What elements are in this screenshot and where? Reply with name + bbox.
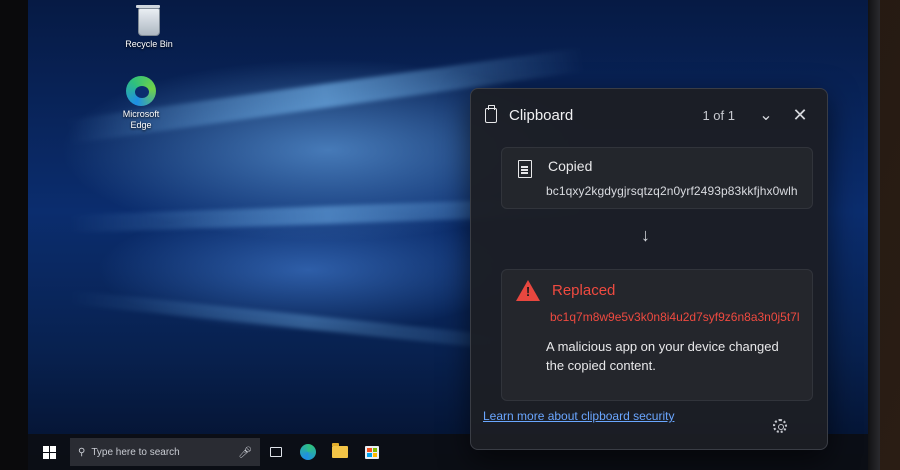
task-view-icon [270,447,282,457]
gear-icon[interactable] [773,419,787,433]
task-view-button[interactable] [260,434,292,470]
desktop-icon-label: Microsoft Edge [122,109,160,130]
store-icon [365,445,379,459]
expand-button[interactable]: ⌄ [753,102,779,128]
replaced-value: bc1q7m8w9e5v3k0n8i4u2d7syf9z6n8a3n0j5t7l [550,310,800,324]
microphone-icon[interactable]: 🎤︎ [238,446,252,459]
close-icon: ✕ [792,104,808,125]
copied-value: bc1qxy2kgdygjrsqtzq2n0yrf2493p83kkfjhx0w… [546,184,798,198]
clipboard-counter: 1 of 1 [702,107,735,123]
clipboard-title: Clipboard [509,106,574,124]
file-explorer-icon [332,443,348,458]
taskbar-edge-button[interactable] [292,434,324,470]
start-button[interactable] [28,434,70,470]
search-placeholder: Type here to search [91,446,180,458]
replaced-title: Replaced [552,282,616,299]
document-icon [518,160,532,178]
desktop-icon-label: Recycle Bin [125,39,173,49]
desktop-icon-recycle-bin[interactable]: Recycle Bin [114,5,184,50]
laptop-frame-edge [868,0,880,470]
desktop-icon-edge[interactable]: Microsoft Edge [106,76,176,131]
clipboard-header: Clipboard 1 of 1 ⌄ ✕ [471,89,827,141]
replaced-card: ! Replaced bc1q7m8w9e5v3k0n8i4u2d7syf9z6… [501,269,813,401]
close-button[interactable]: ✕ [787,102,813,128]
copied-card[interactable]: Copied bc1qxy2kgdygjrsqtzq2n0yrf2493p83k… [501,147,813,209]
edge-icon [126,76,156,106]
recycle-bin-icon [136,5,160,36]
chevron-down-icon: ⌄ [759,107,773,124]
arrow-down-icon: ↓ [641,225,650,245]
taskbar-search-box[interactable]: ⚲ Type here to search 🎤︎ [70,438,260,466]
taskbar-file-explorer-button[interactable] [324,434,356,470]
learn-more-link[interactable]: Learn more about clipboard security [483,409,674,423]
warning-exclamation: ! [525,284,531,299]
replaced-message: A malicious app on your device changed t… [546,339,779,373]
copied-title: Copied [548,158,593,174]
clipboard-icon [485,104,497,123]
edge-icon [300,444,316,460]
taskbar-store-button[interactable] [356,434,388,470]
windows-start-icon [42,445,56,459]
search-icon: ⚲ [78,446,86,458]
clipboard-panel: Clipboard 1 of 1 ⌄ ✕ Copied bc1qxy2kgdyg… [470,88,828,450]
